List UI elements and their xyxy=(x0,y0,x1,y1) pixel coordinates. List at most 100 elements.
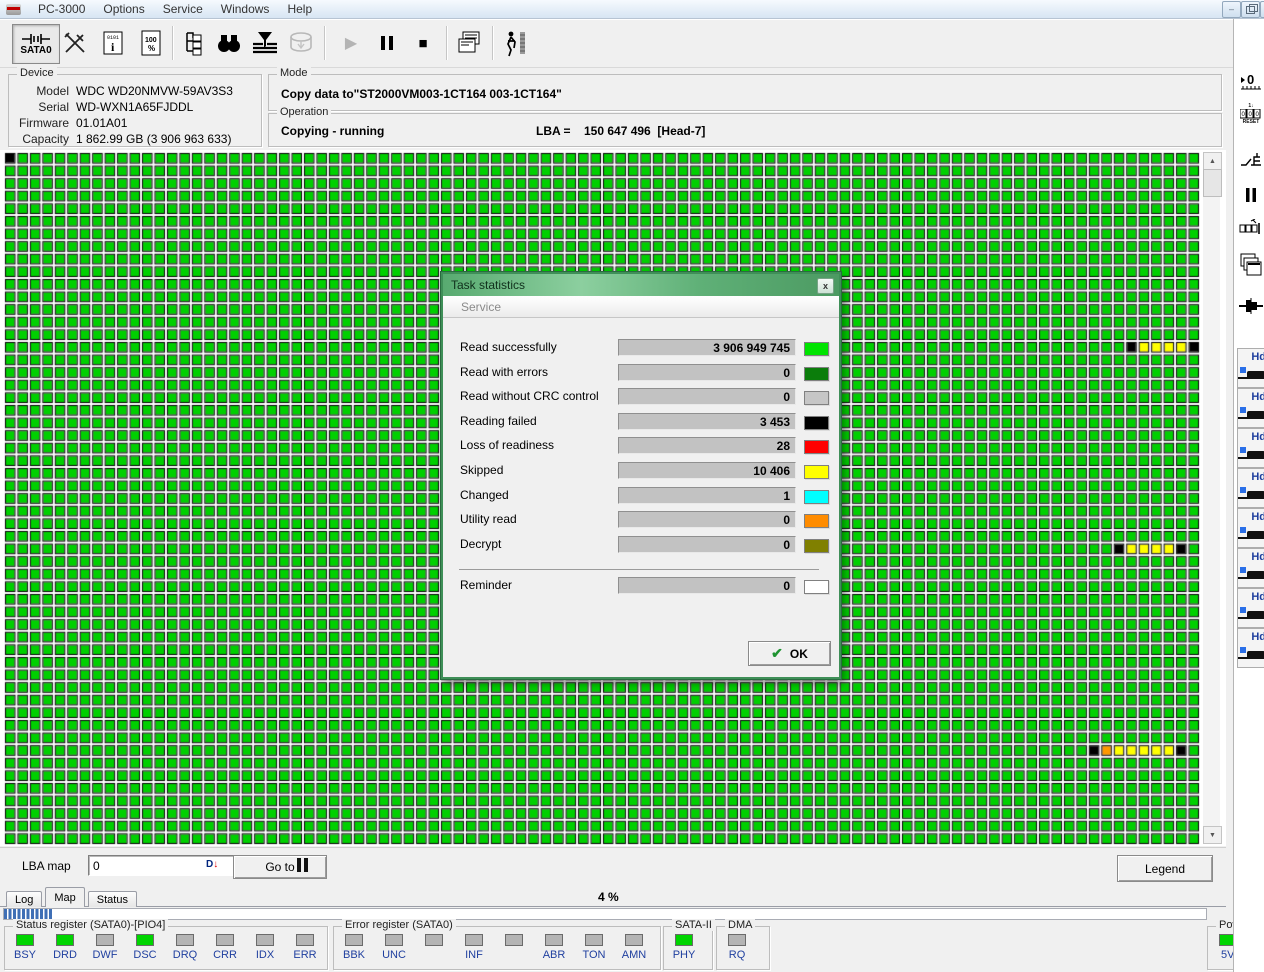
scroll-up-icon[interactable]: ▲ xyxy=(1203,152,1222,170)
stat-color-swatch xyxy=(804,538,829,553)
toolbar-separator xyxy=(446,26,448,60)
led-PHY: PHY xyxy=(667,934,701,961)
map-pause-icon[interactable] xyxy=(304,858,308,872)
hd-head-button-0[interactable]: Hd xyxy=(1237,348,1264,388)
lba-counter-icon[interactable]: 0 xyxy=(1238,69,1264,93)
stat-value-field: 0 xyxy=(618,577,796,594)
map-scrollbar[interactable]: ▲ ▼ xyxy=(1203,152,1222,844)
minimize-button[interactable]: – xyxy=(1222,1,1241,18)
hd-label: Hd xyxy=(1251,551,1264,563)
scroll-down-icon[interactable]: ▼ xyxy=(1203,826,1222,844)
lba-value: 150 647 496 [Head-7] xyxy=(584,124,706,138)
stat-label: Utility read xyxy=(460,512,517,527)
device-model-value: WDC WD20NMVW-59AV3S3 xyxy=(76,84,233,98)
led-DRQ: DRQ xyxy=(168,934,202,961)
operation-panel: Operation Copying - running LBA = 150 64… xyxy=(268,106,1222,147)
stat-label: Loss of readiness xyxy=(460,438,555,453)
scrollbar-thumb[interactable] xyxy=(1203,169,1222,197)
hd-head-button-2[interactable]: Hd xyxy=(1237,428,1264,468)
device-capacity-row: Capacity 1 862.99 GB (3 906 963 633) xyxy=(22,132,232,146)
stop-button[interactable]: ■ xyxy=(406,26,440,60)
search-button[interactable] xyxy=(212,26,246,60)
stat-value-field: 0 xyxy=(618,511,796,529)
stat-label: Reminder xyxy=(460,578,513,592)
menu-service[interactable]: Service xyxy=(154,2,212,16)
copy-windows-button[interactable] xyxy=(452,26,486,60)
database-button[interactable] xyxy=(284,26,318,60)
filter-button[interactable] xyxy=(248,26,282,60)
sata0-label: SATA0 xyxy=(20,44,52,56)
stat-color-swatch xyxy=(804,342,829,356)
hd-head-button-1[interactable]: Hd xyxy=(1237,388,1264,428)
tree-icon xyxy=(186,32,202,56)
port-registers-icon[interactable] xyxy=(1238,219,1264,235)
tab-status[interactable]: Status xyxy=(87,891,137,907)
status-register-legend: Status register (SATA0)-[PIO4] xyxy=(13,919,169,931)
stat-value-field: 28 xyxy=(618,437,796,455)
tab-strip: Log Map Status xyxy=(6,887,137,907)
device-legend: Device xyxy=(17,67,57,79)
hd-head-button-6[interactable]: Hd xyxy=(1237,588,1264,628)
menu-help[interactable]: Help xyxy=(278,2,321,16)
hd-head-button-4[interactable]: Hd xyxy=(1237,508,1264,548)
menu-pc3000[interactable]: PC-3000 xyxy=(29,2,94,16)
legend-button[interactable]: Legend xyxy=(1117,855,1213,882)
device-model-row: Model WDC WD20NMVW-59AV3S3 xyxy=(36,84,233,98)
script-info-button[interactable]: 0101 i xyxy=(96,26,130,60)
stat-label: Read without CRC control xyxy=(460,389,599,404)
percent-doc-icon: 100% xyxy=(141,30,161,56)
exit-button[interactable] xyxy=(498,26,532,60)
tab-divider xyxy=(0,906,1226,907)
head-chip-icon xyxy=(1238,527,1264,539)
led-BBK: BBK xyxy=(337,934,371,961)
windows-cascade-icon[interactable] xyxy=(1238,251,1264,279)
task-tree-button[interactable] xyxy=(176,26,210,60)
main-toolbar: SATA0 0101 i 100% ▶ ■ xyxy=(0,19,1264,73)
head-reset-icon[interactable]: 1↓ 000 RESET xyxy=(1238,103,1264,125)
registers-panel: Status register (SATA0)-[PIO4] BSY DRD DWF… xyxy=(0,919,1264,972)
ok-button[interactable]: ✔ OK xyxy=(748,641,831,666)
led-DSC: DSC xyxy=(128,934,162,961)
tab-log[interactable]: Log xyxy=(6,891,43,907)
check-icon: ✔ xyxy=(771,645,783,661)
stat-label: Read successfully xyxy=(460,340,557,354)
operation-legend: Operation xyxy=(277,106,332,118)
device-serial-value: WD-WXN1A65FJDDL xyxy=(76,100,194,114)
tab-map[interactable]: Map xyxy=(45,887,85,907)
reset-label: RESET xyxy=(1242,119,1260,125)
power-relay-icon[interactable] xyxy=(1238,149,1264,173)
title-menu-bar: PC-3000 Options Service Windows Help – x xyxy=(0,0,1264,19)
sata0-port-button[interactable]: SATA0 xyxy=(12,24,60,64)
lba-map-input[interactable] xyxy=(88,855,247,876)
close-button[interactable]: x xyxy=(1260,1,1264,18)
map-pause-icon[interactable] xyxy=(297,858,301,872)
dialog-menu-service[interactable]: Service xyxy=(461,300,501,314)
pause-button[interactable] xyxy=(370,26,404,60)
cascade-pages-icon xyxy=(458,31,480,53)
hd-head-button-5[interactable]: Hd xyxy=(1237,548,1264,588)
dialog-titlebar[interactable]: Task statistics x xyxy=(443,274,839,296)
menu-windows[interactable]: Windows xyxy=(212,2,279,16)
pause-icon xyxy=(381,36,393,50)
goto-button[interactable]: Go to xyxy=(233,855,327,879)
menu-options[interactable]: Options xyxy=(94,2,153,16)
pc3000-main-window: PC-3000 Options Service Windows Help – x… xyxy=(0,0,1264,972)
led-RQ: RQ xyxy=(720,934,754,961)
sidebar-pause-icon[interactable] xyxy=(1238,187,1264,203)
statistics-percent-button[interactable]: 100% xyxy=(134,26,168,60)
right-sidebar: 0 1↓ 000 RESET Hd Hd Hd Hd Hd Hd Hd Hd xyxy=(1233,19,1264,972)
dialog-close-button[interactable]: x xyxy=(817,278,834,294)
led-CRR: CRR xyxy=(208,934,242,961)
mode-text: Copy data to"ST2000VM003-1CT164 003-1CT1… xyxy=(281,87,562,101)
hd-head-button-7[interactable]: Hd xyxy=(1237,628,1264,668)
play-button[interactable]: ▶ xyxy=(334,26,368,60)
stat-label: Decrypt xyxy=(460,536,502,551)
connector-icon[interactable] xyxy=(1238,297,1264,315)
restore-button[interactable] xyxy=(1241,1,1260,18)
stat-value-field: 1 xyxy=(618,486,796,504)
led-INF: INF xyxy=(457,934,491,961)
decimal-flag-icon[interactable]: D↓ xyxy=(206,859,218,870)
toolbar-separator xyxy=(492,26,494,60)
tools-button[interactable] xyxy=(58,26,92,60)
hd-head-button-3[interactable]: Hd xyxy=(1237,468,1264,508)
